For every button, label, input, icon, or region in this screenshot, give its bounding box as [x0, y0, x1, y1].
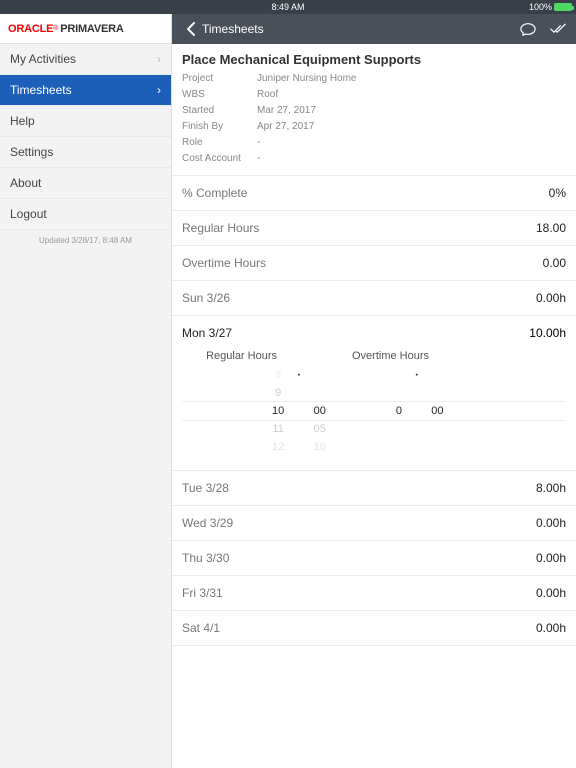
- meta-value: Juniper Nursing Home: [257, 71, 357, 87]
- chevron-right-icon: ›: [157, 83, 161, 97]
- day-row-expanded: Mon 3/27 10.00h Regular HoursOvertime Hour…: [172, 316, 576, 471]
- sidebar-updated: Updated 3/28/17, 8:48 AM: [0, 230, 171, 251]
- wheel-overtime-minutes[interactable]: 00: [431, 366, 443, 438]
- meta-label: Finish By: [182, 119, 257, 135]
- meta-row: StartedMar 27, 2017: [182, 103, 566, 119]
- day-row[interactable]: Sun 3/26 0.00h: [172, 281, 576, 316]
- meta-label: Cost Account: [182, 151, 257, 167]
- sidebar-item-my-activities[interactable]: My Activities ›: [0, 44, 171, 75]
- day-label: Mon 3/27: [182, 326, 232, 340]
- day-value: 0.00h: [536, 621, 566, 635]
- meta-row: Cost Account-: [182, 151, 566, 167]
- day-label: Wed 3/29: [182, 516, 233, 530]
- day-value: 0.00h: [536, 551, 566, 565]
- summary-label: Overtime Hours: [182, 256, 266, 270]
- meta-value: -: [257, 151, 260, 167]
- day-row[interactable]: Wed 3/29 0.00h: [172, 506, 576, 541]
- summary-value: 0.00: [543, 256, 566, 270]
- day-label: Thu 3/30: [182, 551, 229, 565]
- wheel-regular-hours[interactable]: 89101112: [272, 366, 284, 456]
- back-button[interactable]: Timesheets: [182, 21, 264, 37]
- meta-value: -: [257, 135, 260, 151]
- sidebar-item-settings[interactable]: Settings: [0, 137, 171, 168]
- wheel-regular-minutes[interactable]: 000510: [314, 366, 326, 456]
- summary-row[interactable]: % Complete 0%: [172, 176, 576, 211]
- activity-title: Place Mechanical Equipment Supports: [182, 52, 566, 67]
- day-value: 0.00h: [536, 586, 566, 600]
- meta-row: Role-: [182, 135, 566, 151]
- sidebar-item-label: Settings: [10, 145, 53, 159]
- sidebar-item-timesheets[interactable]: Timesheets ›: [0, 75, 171, 106]
- dot-icon: ·: [296, 366, 301, 420]
- summary-label: % Complete: [182, 186, 247, 200]
- day-row[interactable]: Sat 4/1 0.00h: [172, 611, 576, 646]
- comment-icon[interactable]: [520, 21, 536, 37]
- sidebar: ORACLE® PRIMAVERA My Activities›Timeshee…: [0, 14, 172, 768]
- back-label: Timesheets: [202, 22, 264, 36]
- summary-value: 0%: [549, 186, 566, 200]
- meta-label: WBS: [182, 87, 257, 103]
- meta-row: Finish ByApr 27, 2017: [182, 119, 566, 135]
- hours-picker: Regular HoursOvertime Hours89101112· 000…: [172, 346, 576, 470]
- meta-value: Roof: [257, 87, 278, 103]
- day-value: 0.00h: [536, 516, 566, 530]
- dot-icon: ·: [414, 366, 419, 420]
- summary-value: 18.00: [536, 221, 566, 235]
- topbar: Timesheets: [172, 14, 576, 44]
- activity-header: Place Mechanical Equipment Supports Proj…: [172, 44, 576, 176]
- day-label: Tue 3/28: [182, 481, 229, 495]
- day-row[interactable]: Thu 3/30 0.00h: [172, 541, 576, 576]
- meta-label: Started: [182, 103, 257, 119]
- day-row[interactable]: Tue 3/28 8.00h: [172, 471, 576, 506]
- day-label: Sun 3/26: [182, 291, 230, 305]
- summary-label: Regular Hours: [182, 221, 259, 235]
- double-check-icon[interactable]: [550, 21, 566, 37]
- sidebar-item-about[interactable]: About: [0, 168, 171, 199]
- day-label: Fri 3/31: [182, 586, 223, 600]
- status-bar: 8:49 AM 100%: [0, 0, 576, 14]
- chevron-left-icon: [182, 21, 198, 37]
- battery-percent: 100%: [529, 2, 552, 12]
- picker-header-regular: Regular Hours: [182, 350, 307, 362]
- sidebar-item-label: Help: [10, 114, 35, 128]
- battery-icon: [554, 3, 572, 11]
- sidebar-item-label: My Activities: [10, 52, 76, 66]
- chevron-right-icon: ›: [157, 52, 161, 66]
- sidebar-item-help[interactable]: Help: [0, 106, 171, 137]
- picker-header-overtime: Overtime Hours: [307, 350, 429, 362]
- meta-label: Role: [182, 135, 257, 151]
- day-value: 8.00h: [536, 481, 566, 495]
- sidebar-item-label: About: [10, 176, 41, 190]
- day-value: 0.00h: [536, 291, 566, 305]
- meta-row: WBSRoof: [182, 87, 566, 103]
- wheel-overtime-hours[interactable]: 0: [396, 366, 402, 438]
- meta-label: Project: [182, 71, 257, 87]
- meta-value: Apr 27, 2017: [257, 119, 314, 135]
- summary-row[interactable]: Overtime Hours 0.00: [172, 246, 576, 281]
- meta-value: Mar 27, 2017: [257, 103, 316, 119]
- summary-row[interactable]: Regular Hours 18.00: [172, 211, 576, 246]
- day-row[interactable]: Mon 3/27 10.00h: [172, 316, 576, 346]
- sidebar-item-logout[interactable]: Logout: [0, 199, 171, 230]
- app-logo: ORACLE® PRIMAVERA: [0, 14, 171, 44]
- day-label: Sat 4/1: [182, 621, 220, 635]
- day-value: 10.00h: [529, 326, 566, 340]
- sidebar-item-label: Logout: [10, 207, 47, 221]
- day-row[interactable]: Fri 3/31 0.00h: [172, 576, 576, 611]
- sidebar-item-label: Timesheets: [10, 83, 72, 97]
- status-time: 8:49 AM: [64, 2, 512, 12]
- meta-row: ProjectJuniper Nursing Home: [182, 71, 566, 87]
